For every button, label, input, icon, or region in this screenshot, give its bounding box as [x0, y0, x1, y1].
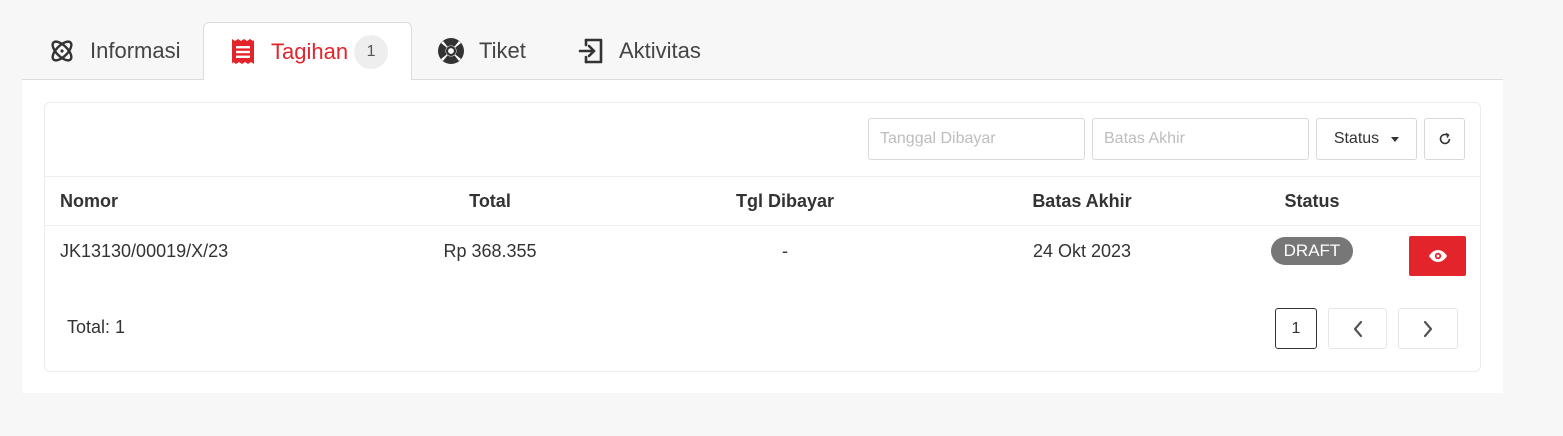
status-filter-dropdown[interactable]: Status: [1316, 118, 1417, 160]
batas-akhir-input[interactable]: [1092, 118, 1309, 160]
header-batas-akhir: Batas Akhir: [1032, 190, 1132, 211]
chevron-right-icon: [1423, 320, 1433, 337]
tab-label: Aktivitas: [619, 38, 701, 63]
total-count: Total: 1: [67, 317, 126, 337]
header-total: Total: [469, 190, 511, 211]
tab-count-badge: 1: [354, 34, 389, 69]
header-status: Status: [1284, 190, 1340, 211]
prev-page-button[interactable]: [1328, 308, 1387, 349]
atom-icon: [48, 37, 76, 65]
tab-informasi[interactable]: Informasi: [48, 22, 180, 80]
cell-nomor: JK13130/00019/X/23: [60, 240, 229, 261]
status-badge: DRAFT: [1270, 237, 1354, 265]
tab-label: Informasi: [90, 38, 181, 63]
next-page-button[interactable]: [1398, 308, 1458, 349]
cell-tgl-dibayar: -: [782, 240, 788, 261]
tanggal-dibayar-input[interactable]: [868, 118, 1085, 160]
refresh-button[interactable]: [1424, 118, 1465, 160]
refresh-icon: [1439, 132, 1450, 145]
receipt-icon: [229, 38, 257, 66]
chevron-left-icon: [1353, 320, 1362, 337]
tab-aktivitas[interactable]: Aktivitas: [577, 22, 701, 80]
page-1-button[interactable]: 1: [1275, 308, 1317, 349]
eye-icon: [1428, 250, 1447, 262]
cell-total: Rp 368.355: [443, 240, 537, 261]
lifebuoy-icon: [437, 37, 465, 65]
tab-label: Tagihan: [271, 38, 349, 64]
view-button[interactable]: [1409, 236, 1466, 276]
header-tgl-dibayar: Tgl Dibayar: [735, 190, 835, 211]
tab-tagihan[interactable]: Tagihan 1: [203, 22, 412, 81]
table-row: JK13130/00019/X/23 Rp 368.355 - 24 Okt 2…: [45, 226, 1480, 276]
status-filter-label: Status: [1333, 130, 1380, 147]
tab-bar: Informasi Tagihan 1 Tiket Aktivitas: [22, 22, 1503, 81]
cell-batas-akhir: 24 Okt 2023: [1032, 240, 1132, 261]
table-header: Nomor Total Tgl Dibayar Batas Akhir Stat…: [45, 177, 1480, 226]
caret-down-icon: [1391, 136, 1400, 142]
sign-in-icon: [577, 37, 605, 65]
header-nomor: Nomor: [60, 190, 118, 211]
tab-tiket[interactable]: Tiket: [437, 22, 526, 80]
tab-label: Tiket: [479, 38, 526, 63]
filter-toolbar: Status: [45, 103, 1480, 177]
cell-status: DRAFT: [1262, 226, 1362, 276]
invoice-card: Status Nomor Total Tgl Dibayar Batas Akh…: [44, 102, 1481, 372]
